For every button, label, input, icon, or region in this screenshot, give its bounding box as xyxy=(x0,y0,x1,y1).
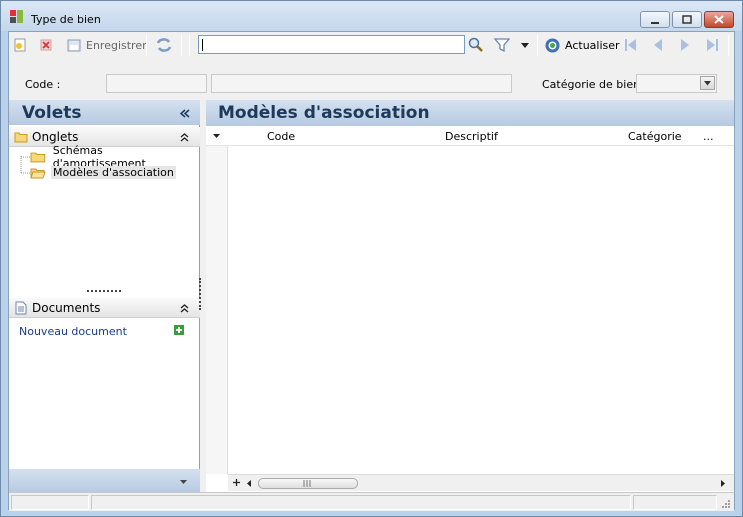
window-title: Type de bien xyxy=(31,13,101,26)
tabs-section-title: Onglets xyxy=(32,130,79,144)
category-dropdown-button[interactable] xyxy=(700,76,715,90)
chevron-down-icon xyxy=(704,81,711,86)
previous-icon xyxy=(654,39,662,51)
maximize-icon xyxy=(682,15,692,24)
horizontal-scrollbar[interactable] xyxy=(228,474,734,491)
toolbar-separator xyxy=(189,35,190,56)
code-label: Code : xyxy=(25,78,61,91)
chevron-down-icon xyxy=(180,480,187,484)
toolbar-separator xyxy=(181,35,182,56)
chevron-up-double-icon[interactable] xyxy=(180,304,189,313)
tree-item-amortization-schemes[interactable]: Schémas d'amortissement xyxy=(30,144,199,170)
app-icon xyxy=(10,10,23,23)
add-icon[interactable] xyxy=(174,325,184,335)
tree-item-association-models[interactable]: Modèles d'association xyxy=(30,165,176,180)
search-input[interactable] xyxy=(198,35,465,54)
new-document-link[interactable]: Nouveau document xyxy=(19,325,127,338)
status-bar xyxy=(9,492,734,511)
first-record-button[interactable] xyxy=(623,35,639,55)
close-icon xyxy=(714,15,724,24)
scroll-left-icon[interactable] xyxy=(246,479,252,488)
title-bar[interactable]: Type de bien xyxy=(1,1,742,31)
maximize-button[interactable] xyxy=(672,11,702,28)
text-caret xyxy=(202,39,203,51)
client-area: Enregistrer Actualiser Code: Catégorie … xyxy=(8,31,735,511)
toolbar-separator xyxy=(728,35,729,56)
grid-header: Code Descriptif Catégorie ... xyxy=(206,127,734,146)
folder-icon xyxy=(30,152,46,162)
minimize-icon xyxy=(651,21,659,24)
search-icon xyxy=(468,37,483,52)
section-resize-grip[interactable] xyxy=(87,290,121,292)
new-document-icon xyxy=(14,38,26,52)
collapse-panel-icon[interactable] xyxy=(180,109,190,118)
resize-grip-icon[interactable] xyxy=(721,499,731,509)
search-button[interactable] xyxy=(468,35,484,55)
documents-section-title: Documents xyxy=(32,301,101,315)
filter-icon xyxy=(494,38,510,53)
toolbar-separator xyxy=(146,35,147,56)
category-label: Catégorie de bien : xyxy=(542,78,648,91)
application-window: Type de bien Enregistrer Actualiser Code… xyxy=(0,0,743,517)
column-header-code[interactable]: Code xyxy=(267,130,295,143)
document-icon xyxy=(15,301,27,315)
toolbar: Enregistrer Actualiser xyxy=(9,32,734,59)
left-panel-header: Volets xyxy=(9,100,200,125)
add-row-icon[interactable] xyxy=(232,478,241,487)
delete-icon xyxy=(40,39,52,51)
documents-section-header[interactable]: Documents xyxy=(9,298,200,318)
new-button[interactable] xyxy=(12,35,28,55)
column-header-description[interactable]: Descriptif xyxy=(445,130,498,143)
category-select[interactable] xyxy=(636,74,717,93)
chevron-up-double-icon[interactable] xyxy=(180,133,189,142)
left-panel-title: Volets xyxy=(22,103,82,123)
filter-bar: Code : Catégorie de bien : xyxy=(9,59,734,101)
last-record-button[interactable] xyxy=(704,35,720,55)
column-header-more[interactable]: ... xyxy=(703,130,714,143)
previous-record-button[interactable] xyxy=(650,35,666,55)
grip-icon xyxy=(303,480,311,487)
left-panel: Volets Onglets Schémas d'amortissement M… xyxy=(9,100,200,493)
save-icon xyxy=(67,39,81,52)
tree-item-label: Modèles d'association xyxy=(51,166,176,179)
close-button[interactable] xyxy=(704,11,734,28)
status-panel xyxy=(91,495,631,510)
sync-button[interactable] xyxy=(155,35,173,55)
filter-button[interactable] xyxy=(494,35,510,55)
code-field[interactable] xyxy=(106,74,207,93)
folder-open-icon xyxy=(30,168,46,178)
row-indicator-column xyxy=(206,146,228,474)
minimize-button[interactable] xyxy=(640,11,670,28)
column-header-category[interactable]: Catégorie xyxy=(628,130,682,143)
filter-dropdown-button[interactable] xyxy=(520,35,530,55)
description-field[interactable] xyxy=(211,74,512,93)
folder-icon xyxy=(14,132,28,143)
first-icon xyxy=(625,39,636,51)
sync-icon xyxy=(156,38,172,52)
refresh-button[interactable]: Actualiser xyxy=(544,35,620,55)
status-panel xyxy=(11,495,89,510)
chevron-down-icon xyxy=(521,43,529,48)
save-button[interactable]: Enregistrer xyxy=(66,35,147,55)
scroll-right-icon[interactable] xyxy=(720,479,726,488)
status-panel xyxy=(633,495,717,510)
toolbar-separator xyxy=(537,35,538,56)
next-record-button[interactable] xyxy=(677,35,693,55)
delete-button[interactable] xyxy=(38,35,54,55)
refresh-label: Actualiser xyxy=(565,38,620,52)
row-menu-icon[interactable] xyxy=(212,133,221,139)
next-icon xyxy=(681,39,689,51)
left-panel-footer[interactable] xyxy=(9,469,200,493)
main-panel: Modèles d'association Code Descriptif Ca… xyxy=(206,100,734,493)
refresh-icon xyxy=(545,38,560,52)
page-title: Modèles d'association xyxy=(218,103,430,123)
save-label: Enregistrer xyxy=(86,38,147,52)
scrollbar-thumb[interactable] xyxy=(258,478,358,489)
main-panel-header: Modèles d'association xyxy=(206,100,734,126)
last-icon xyxy=(707,39,718,51)
splitter-grip[interactable] xyxy=(199,278,201,310)
